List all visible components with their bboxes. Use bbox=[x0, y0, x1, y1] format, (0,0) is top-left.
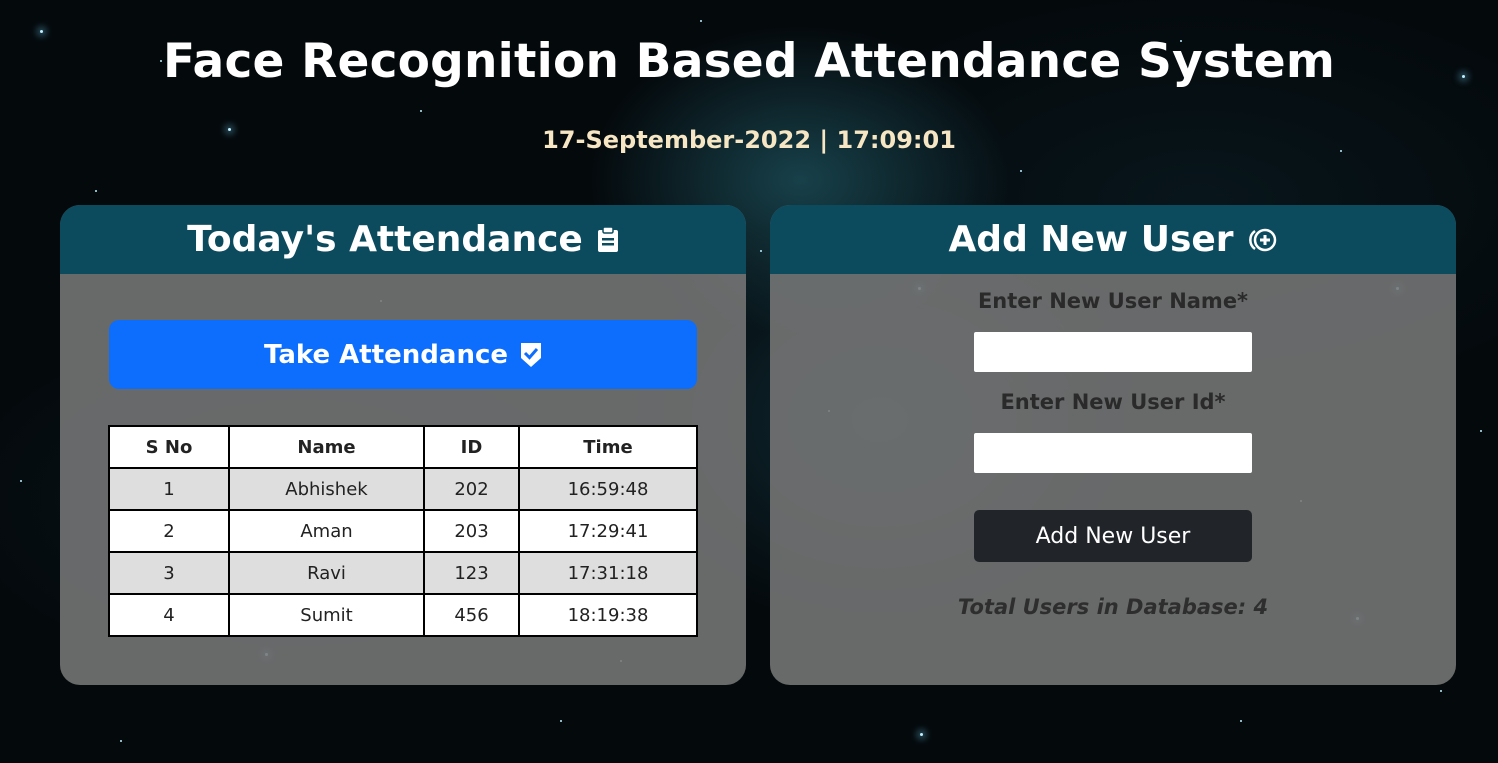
add-user-card-header: Add New User bbox=[770, 205, 1456, 274]
column-header-name: Name bbox=[228, 425, 425, 469]
cell-name: Sumit bbox=[228, 593, 425, 637]
cell-time: 18:19:38 bbox=[518, 593, 698, 637]
attendance-card-header: Today's Attendance bbox=[60, 205, 746, 274]
check-shield-icon bbox=[520, 342, 542, 368]
cell-id: 202 bbox=[423, 467, 520, 511]
attendance-table: S No Name ID Time 1 Abhishek 202 16:59:4… bbox=[108, 425, 698, 637]
cell-time: 17:31:18 bbox=[518, 551, 698, 595]
user-id-label: Enter New User Id* bbox=[1000, 390, 1226, 414]
table-row: 1 Abhishek 202 16:59:48 bbox=[108, 467, 698, 511]
user-id-input[interactable] bbox=[974, 433, 1252, 473]
take-attendance-button[interactable]: Take Attendance bbox=[109, 320, 697, 389]
take-attendance-label: Take Attendance bbox=[263, 339, 509, 370]
attendance-card-title: Today's Attendance bbox=[187, 219, 583, 260]
cell-name: Abhishek bbox=[228, 467, 425, 511]
current-datetime: 17-September-2022 | 17:09:01 bbox=[542, 126, 956, 154]
add-circle-icon bbox=[1248, 227, 1278, 253]
table-row: 4 Sumit 456 18:19:38 bbox=[108, 593, 698, 637]
add-user-card-title: Add New User bbox=[948, 219, 1234, 260]
attendance-card: Today's Attendance Take Attendance S No … bbox=[60, 205, 746, 685]
cell-time: 17:29:41 bbox=[518, 509, 698, 553]
cell-id: 456 bbox=[423, 593, 520, 637]
add-user-card: Add New User Enter New User Name* Enter … bbox=[770, 205, 1456, 685]
table-header-row: S No Name ID Time bbox=[108, 425, 698, 469]
cell-sno: 1 bbox=[108, 467, 230, 511]
column-header-time: Time bbox=[518, 425, 698, 469]
user-name-input[interactable] bbox=[974, 332, 1252, 372]
cell-sno: 3 bbox=[108, 551, 230, 595]
table-row: 3 Ravi 123 17:31:18 bbox=[108, 551, 698, 595]
cell-name: Aman bbox=[228, 509, 425, 553]
cell-time: 16:59:48 bbox=[518, 467, 698, 511]
page-title: Face Recognition Based Attendance System bbox=[162, 34, 1336, 89]
user-name-label: Enter New User Name* bbox=[977, 289, 1249, 313]
column-header-id: ID bbox=[423, 425, 520, 469]
cell-id: 123 bbox=[423, 551, 520, 595]
cell-id: 203 bbox=[423, 509, 520, 553]
total-users-text: Total Users in Database: 4 bbox=[957, 595, 1269, 619]
table-row: 2 Aman 203 17:29:41 bbox=[108, 509, 698, 553]
cell-sno: 4 bbox=[108, 593, 230, 637]
cell-sno: 2 bbox=[108, 509, 230, 553]
cell-name: Ravi bbox=[228, 551, 425, 595]
add-new-user-button[interactable]: Add New User bbox=[974, 510, 1252, 562]
clipboard-icon bbox=[597, 226, 619, 253]
column-header-sno: S No bbox=[108, 425, 230, 469]
